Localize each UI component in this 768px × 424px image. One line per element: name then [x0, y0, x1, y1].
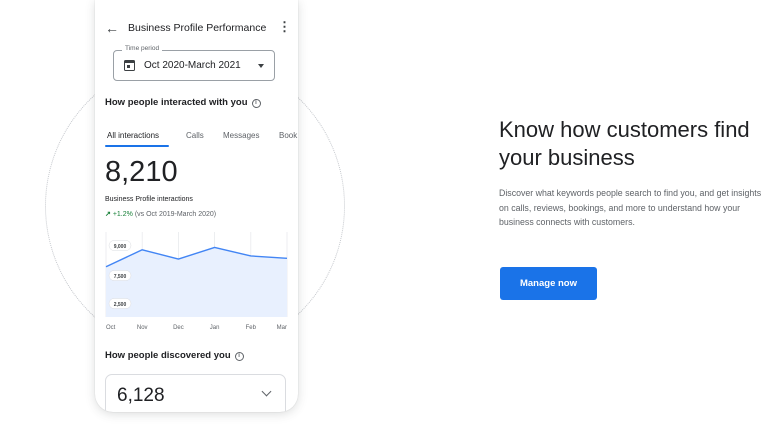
chart-area-fill [106, 247, 287, 317]
info-icon[interactable]: i [251, 99, 261, 108]
trend-comparison: (vs Oct 2019-March 2020) [134, 211, 217, 218]
interactions-metric-label: Business Profile interactions [105, 196, 193, 203]
promo-headline: Know how customers find your business [499, 117, 750, 170]
x-tick-label: Mar [277, 325, 287, 331]
time-period-select[interactable]: Time period Oct 2020-March 2021 [113, 45, 275, 81]
trend-change: +1.2% [112, 211, 133, 218]
manage-now-button[interactable]: Manage now [500, 267, 597, 300]
phone-mockup: ← Business Profile Performance ⋮ Time pe… [95, 0, 298, 412]
x-tick-label: Jan [210, 325, 220, 331]
info-icon[interactable]: i [234, 352, 244, 361]
x-tick-label: Nov [137, 325, 148, 331]
x-tick-label: Oct [106, 325, 116, 331]
discovered-heading: How people discovered you i [105, 350, 244, 361]
x-tick-label: Dec [173, 325, 184, 331]
x-tick-label: Feb [246, 325, 257, 331]
interactions-heading-text: How people interacted with you [105, 97, 248, 108]
calendar-icon [124, 60, 135, 71]
dropdown-arrow-icon [258, 64, 264, 68]
trend-row: ↗ +1.2% (vs Oct 2019-March 2020) [105, 210, 216, 218]
active-tab-indicator [105, 145, 169, 147]
tab-all-interactions[interactable]: All interactions [107, 131, 159, 140]
more-options-icon[interactable]: ⋮ [278, 20, 291, 34]
trending-up-icon: ↗ [105, 211, 111, 218]
interaction-tabs: All interactions Calls Messages Book [95, 126, 298, 150]
discovered-card[interactable]: 6,128 [105, 374, 286, 412]
promo-description: Discover what keywords people search to … [499, 188, 762, 227]
back-arrow-icon[interactable]: ← [105, 20, 119, 36]
time-period-label: Time period [122, 45, 163, 52]
time-period-value: Oct 2020-March 2021 [144, 60, 241, 71]
discovered-total: 6,128 [117, 385, 165, 406]
y-tick-label: 2,500 [114, 302, 127, 308]
interactions-chart: 9,000 7,500 2,500 Oct Nov Dec Jan Feb Mar [105, 232, 288, 331]
y-tick-label: 9,000 [114, 244, 127, 250]
interactions-total: 8,210 [105, 156, 178, 188]
tab-calls[interactable]: Calls [186, 131, 204, 140]
app-bar: ← Business Profile Performance ⋮ [95, 0, 298, 48]
interactions-heading: How people interacted with you i [105, 97, 261, 108]
tab-messages[interactable]: Messages [223, 131, 259, 140]
app-bar-title: Business Profile Performance [128, 22, 267, 34]
tab-bookings[interactable]: Book [279, 131, 297, 140]
y-tick-label: 7,500 [114, 274, 127, 280]
discovered-heading-text: How people discovered you [105, 350, 231, 361]
chevron-down-icon[interactable] [261, 386, 272, 397]
